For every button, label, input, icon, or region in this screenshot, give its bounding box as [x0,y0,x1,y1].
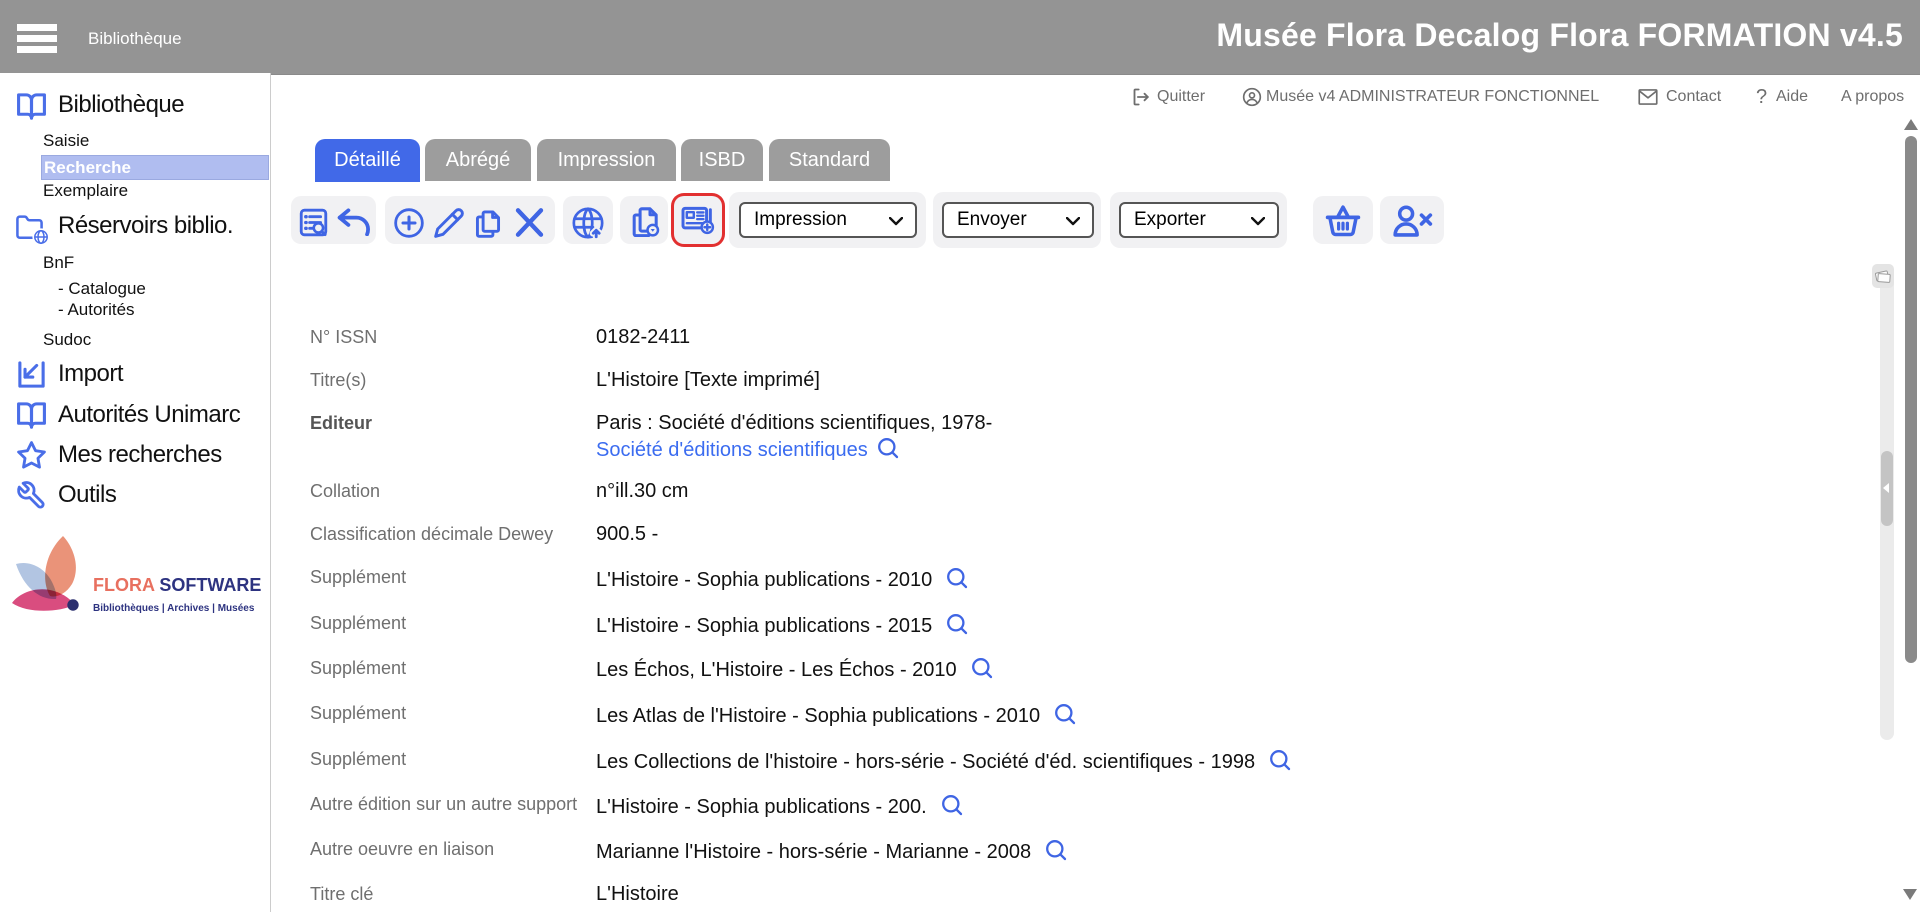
svg-text:FLORA SOFTWARE: FLORA SOFTWARE [93,575,261,595]
svg-text:Bibliothèques | Archives | Mus: Bibliothèques | Archives | Musées [93,603,255,614]
